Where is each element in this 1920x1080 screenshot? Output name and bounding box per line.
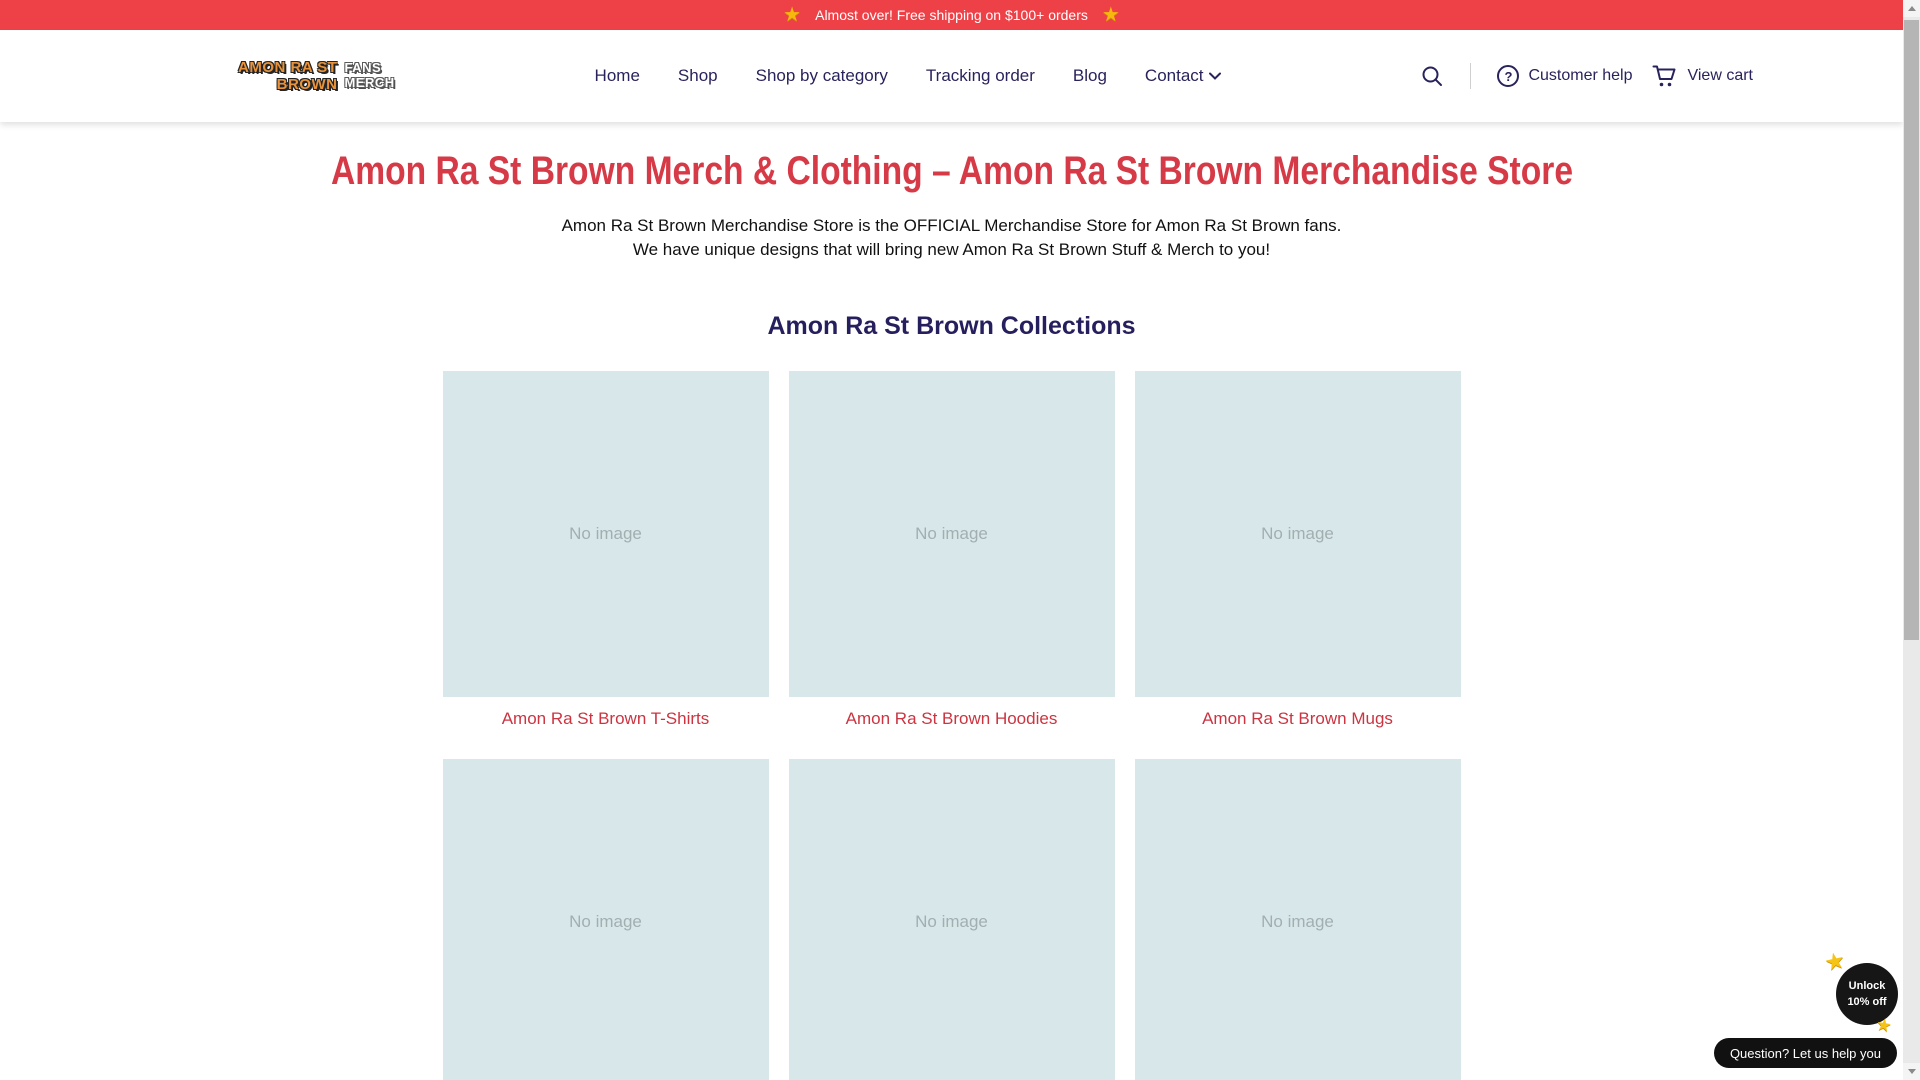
scrollbar[interactable] xyxy=(1903,0,1920,1080)
collection-card[interactable]: No image xyxy=(442,759,769,1080)
help-icon: ? xyxy=(1497,65,1520,87)
collection-link-label[interactable]: Amon Ra St Brown Mugs xyxy=(1135,709,1461,731)
collection-image-placeholder: No image xyxy=(788,759,1115,1080)
nav-item-home[interactable]: Home xyxy=(595,66,640,86)
search-button[interactable] xyxy=(1420,64,1444,88)
scrollbar-down-button[interactable] xyxy=(1903,1063,1920,1080)
customer-help-link[interactable]: ? Customer help xyxy=(1497,65,1632,87)
collections-heading: Amon Ra St Brown Collections xyxy=(767,312,1136,340)
collection-card-tshirts[interactable]: No image Amon Ra St Brown T-Shirts xyxy=(442,371,769,731)
discount-widget[interactable]: ★ Unlock 10% off ★ xyxy=(1824,949,1898,1035)
promo-banner: ★ Almost over! Free shipping on $100+ or… xyxy=(0,0,1903,30)
collection-image-placeholder: No image xyxy=(1134,371,1461,697)
nav-item-tracking-order[interactable]: Tracking order xyxy=(926,66,1035,86)
customer-help-label: Customer help xyxy=(1528,67,1633,84)
collection-image-placeholder: No image xyxy=(788,371,1115,697)
nav-item-contact-label: Contact xyxy=(1144,66,1204,85)
main-nav: Home Shop Shop by category Tracking orde… xyxy=(595,66,1221,86)
header-actions: ? Customer help View cart xyxy=(1420,63,1753,89)
store-description: Amon Ra St Brown Merchandise Store is th… xyxy=(0,214,1903,262)
collection-card-hoodies[interactable]: No image Amon Ra St Brown Hoodies xyxy=(788,371,1115,731)
view-cart-button[interactable]: View cart xyxy=(1652,64,1753,88)
star-icon: ★ xyxy=(783,4,802,26)
promo-banner-text: Almost over! Free shipping on $100+ orde… xyxy=(815,7,1088,23)
collection-image-placeholder: No image xyxy=(1134,759,1461,1080)
chevron-down-icon xyxy=(1208,72,1221,80)
cart-icon xyxy=(1652,65,1676,87)
collection-image-placeholder: No image xyxy=(442,371,769,697)
view-cart-label: View cart xyxy=(1687,67,1753,84)
logo-text-white: FANS MERCH xyxy=(344,60,395,90)
main-content: Amon Ra St Brown Merch & Clothing – Amon… xyxy=(0,148,1903,1080)
collection-card-mugs[interactable]: No image Amon Ra St Brown Mugs xyxy=(1134,371,1461,731)
chat-widget[interactable]: Question? Let us help you xyxy=(1713,1038,1897,1068)
scrollbar-thumb[interactable] xyxy=(1904,20,1919,640)
page: ★ Almost over! Free shipping on $100+ or… xyxy=(0,0,1920,1080)
collections-grid: No image Amon Ra St Brown T-Shirts No im… xyxy=(442,371,1461,1080)
store-description-line1: Amon Ra St Brown Merchandise Store is th… xyxy=(561,216,1342,235)
star-icon: ★ xyxy=(1101,4,1120,26)
nav-item-shop-by-category[interactable]: Shop by category xyxy=(756,66,888,86)
nav-item-blog[interactable]: Blog xyxy=(1073,66,1107,86)
collection-image-placeholder: No image xyxy=(442,759,769,1080)
site-logo[interactable]: AMON RA ST BROWN FANS MERCH xyxy=(238,59,395,94)
nav-item-contact[interactable]: Contact xyxy=(1145,66,1221,86)
search-icon xyxy=(1422,66,1443,86)
nav-item-shop[interactable]: Shop xyxy=(678,66,718,86)
header-divider xyxy=(1470,63,1472,89)
collection-card[interactable]: No image xyxy=(1134,759,1461,1080)
collection-link-label[interactable]: Amon Ra St Brown T-Shirts xyxy=(443,709,769,731)
collection-link-label[interactable]: Amon Ra St Brown Hoodies xyxy=(789,709,1115,731)
discount-line1: Unlock xyxy=(1848,979,1886,992)
chat-widget-label: Question? Let us help you xyxy=(1729,1045,1881,1061)
scrollbar-up-button[interactable] xyxy=(1903,0,1920,17)
page-title: Amon Ra St Brown Merch & Clothing – Amon… xyxy=(330,149,1573,193)
scroll-up-icon xyxy=(1907,6,1916,11)
logo-text-orange: AMON RA ST BROWN xyxy=(238,58,338,93)
site-header: AMON RA ST BROWN FANS MERCH Home Shop Sh… xyxy=(0,30,1903,122)
store-description-line2: We have unique designs that will bring n… xyxy=(632,240,1271,259)
discount-line2: 10% off xyxy=(1847,996,1887,1008)
scroll-down-icon xyxy=(1907,1069,1916,1074)
collection-card[interactable]: No image xyxy=(788,759,1115,1080)
